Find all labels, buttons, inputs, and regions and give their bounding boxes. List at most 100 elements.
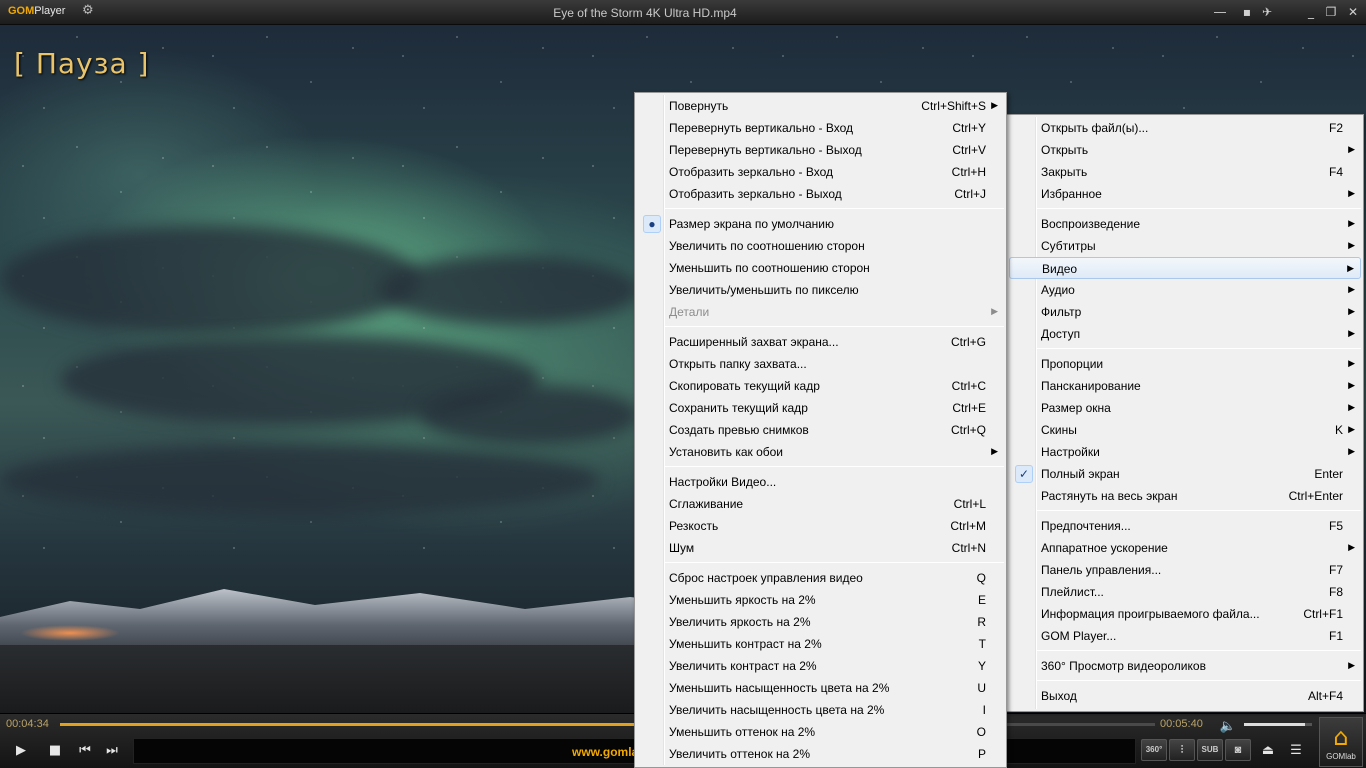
next-icon[interactable]: ⏭	[100, 739, 124, 763]
menu-item-пансканирование[interactable]: Пансканирование ▶	[1009, 375, 1361, 397]
radio-dot-icon: ●	[643, 215, 661, 233]
pin-icon[interactable]: ✈	[1258, 4, 1276, 20]
menu-item-сглаживание[interactable]: Сглаживание Ctrl+L	[637, 493, 1004, 515]
menu-item-shortcut: Ctrl+L	[953, 497, 986, 511]
prev-icon[interactable]: ⏮	[73, 739, 97, 763]
menu-item-открыть-файл-ы[interactable]: Открыть файл(ы)... F2	[1009, 117, 1361, 139]
menu-item-выход[interactable]: Выход Alt+F4	[1009, 685, 1361, 707]
mini-window-icon[interactable]: ▪	[1238, 4, 1256, 20]
menu-item-shortcut: F5	[1328, 519, 1343, 533]
menu-item-доступ[interactable]: Доступ ▶	[1009, 323, 1361, 345]
title-bar: GOMPlayer ⚙ Eye of the Storm 4K Ultra HD…	[0, 0, 1366, 25]
subtitle-button[interactable]: SUB	[1197, 739, 1223, 761]
camera-icon[interactable]: ◙	[1225, 739, 1251, 761]
menu-item-label: Детали	[669, 305, 710, 319]
menu-item-полный-экран[interactable]: ✓ Полный экран Enter	[1009, 463, 1361, 485]
menu-item-панель-управления[interactable]: Панель управления... F7	[1009, 559, 1361, 581]
menu-item-расширенный-захват-экрана[interactable]: Расширенный захват экрана... Ctrl+G	[637, 331, 1004, 353]
menu-item-label: Открыть папку захвата...	[669, 357, 807, 371]
menu-item-увеличить-яркость-на-2[interactable]: Увеличить яркость на 2% R	[637, 611, 1004, 633]
eject-icon[interactable]: ⏏	[1256, 739, 1280, 763]
menu-item-фильтр[interactable]: Фильтр ▶	[1009, 301, 1361, 323]
menu-item-увеличить-оттенок-на-2[interactable]: Увеличить оттенок на 2% P	[637, 743, 1004, 765]
menu-item-label: Информация проигрываемого файла...	[1041, 607, 1260, 621]
menu-item-уменьшить-по-соотношению-сторон[interactable]: Уменьшить по соотношению сторон	[637, 257, 1004, 279]
menu-item-уменьшить-контраст-на-2[interactable]: Уменьшить контраст на 2% T	[637, 633, 1004, 655]
minimize-bar-icon[interactable]: ―	[1204, 4, 1236, 20]
menu-item-видео[interactable]: Видео ▶	[1009, 257, 1361, 279]
menu-item-label: Пансканирование	[1041, 379, 1141, 393]
menu-item-скины[interactable]: Скины K ▶	[1009, 419, 1361, 441]
menu-item-аудио[interactable]: Аудио ▶	[1009, 279, 1361, 301]
menu-item-label: Создать превью снимков	[669, 423, 809, 437]
close-icon[interactable]: ✕	[1344, 4, 1362, 20]
cloud	[0, 445, 600, 515]
menu-item-shortcut: E	[977, 593, 986, 607]
menu-item-увеличить-уменьшить-по-пикселю[interactable]: Увеличить/уменьшить по пикселю	[637, 279, 1004, 301]
menu-item-label: Размер окна	[1041, 401, 1111, 415]
menu-item-shortcut: T	[978, 637, 986, 651]
menu-item-размер-экрана-по-умолчанию[interactable]: ● Размер экрана по умолчанию	[637, 213, 1004, 235]
minimize-icon[interactable]: _	[1302, 4, 1320, 20]
menu-item-избранное[interactable]: Избранное ▶	[1009, 183, 1361, 205]
submenu-arrow-icon: ▶	[1348, 358, 1355, 368]
menu-item-уменьшить-яркость-на-2[interactable]: Уменьшить яркость на 2% E	[637, 589, 1004, 611]
menu-icon[interactable]: ☰	[1284, 739, 1308, 763]
menu-item-label: Шум	[669, 541, 695, 555]
menu-item-настройки-видео[interactable]: Настройки Видео...	[637, 471, 1004, 493]
menu-item-shortcut: K	[1334, 423, 1343, 437]
menu-item-label: Полный экран	[1041, 467, 1120, 481]
menu-separator	[1037, 510, 1361, 511]
equalizer-icon[interactable]: ⫶	[1169, 739, 1195, 761]
menu-item-скопировать-текущий-кадр[interactable]: Скопировать текущий кадр Ctrl+C	[637, 375, 1004, 397]
ticker-text[interactable]: www.gomla	[572, 745, 638, 759]
menu-item-резкость[interactable]: Резкость Ctrl+M	[637, 515, 1004, 537]
menu-item-установить-как-обои[interactable]: Установить как обои ▶	[637, 441, 1004, 463]
menu-item-открыть-папку-захвата[interactable]: Открыть папку захвата...	[637, 353, 1004, 375]
menu-item-уменьшить-насыщенность-цвета-на-2[interactable]: Уменьшить насыщенность цвета на 2% U	[637, 677, 1004, 699]
menu-item-сброс-настроек-управления-видео[interactable]: Сброс настроек управления видео Q	[637, 567, 1004, 589]
stop-icon[interactable]: ■	[43, 739, 67, 763]
menu-item-увеличить-насыщенность-цвета-на-2[interactable]: Увеличить насыщенность цвета на 2% I	[637, 699, 1004, 721]
menu-item-растянуть-на-весь-экран[interactable]: Растянуть на весь экран Ctrl+Enter	[1009, 485, 1361, 507]
menu-item-информация-проигрываемого-файла[interactable]: Информация проигрываемого файла... Ctrl+F…	[1009, 603, 1361, 625]
play-icon[interactable]: ▶	[9, 739, 33, 763]
menu-item-shortcut: R	[977, 615, 986, 629]
menu-item-воспроизведение[interactable]: Воспроизведение ▶	[1009, 213, 1361, 235]
menu-item-плейлист[interactable]: Плейлист... F8	[1009, 581, 1361, 603]
menu-item-shortcut: Ctrl+G	[950, 335, 986, 349]
menu-item-label: Установить как обои	[669, 445, 784, 459]
menu-item-закрыть[interactable]: Закрыть F4	[1009, 161, 1361, 183]
menu-item-shortcut: Alt+F4	[1307, 689, 1343, 703]
volume-slider[interactable]	[1244, 723, 1312, 726]
menu-item-пропорции[interactable]: Пропорции ▶	[1009, 353, 1361, 375]
menu-item-открыть[interactable]: Открыть ▶	[1009, 139, 1361, 161]
menu-item-увеличить-контраст-на-2[interactable]: Увеличить контраст на 2% Y	[637, 655, 1004, 677]
menu-item-шум[interactable]: Шум Ctrl+N	[637, 537, 1004, 559]
menu-item-увеличить-по-соотношению-сторон[interactable]: Увеличить по соотношению сторон	[637, 235, 1004, 257]
menu-item-перевернуть-вертикально-вход[interactable]: Перевернуть вертикально - Вход Ctrl+Y	[637, 117, 1004, 139]
menu-item-отобразить-зеркально-выход[interactable]: Отобразить зеркально - Выход Ctrl+J	[637, 183, 1004, 205]
menu-item-настройки[interactable]: Настройки ▶	[1009, 441, 1361, 463]
menu-item-shortcut: Enter	[1314, 467, 1343, 481]
menu-item-субтитры[interactable]: Субтитры ▶	[1009, 235, 1361, 257]
gomlab-button[interactable]: ⌂ GOMlab	[1319, 717, 1363, 767]
menu-item-создать-превью-снимков[interactable]: Создать превью снимков Ctrl+Q	[637, 419, 1004, 441]
menu-item-отобразить-зеркально-вход[interactable]: Отобразить зеркально - Вход Ctrl+H	[637, 161, 1004, 183]
submenu-arrow-icon: ▶	[1348, 542, 1355, 552]
restore-icon[interactable]: ❐	[1322, 4, 1340, 20]
360-button[interactable]: 360°	[1141, 739, 1167, 761]
submenu-arrow-icon: ▶	[991, 306, 998, 316]
menu-item-предпочтения[interactable]: Предпочтения... F5	[1009, 515, 1361, 537]
menu-item-повернуть[interactable]: Повернуть Ctrl+Shift+S ▶	[637, 95, 1004, 117]
menu-item-уменьшить-оттенок-на-2[interactable]: Уменьшить оттенок на 2% O	[637, 721, 1004, 743]
menu-item-размер-окна[interactable]: Размер окна ▶	[1009, 397, 1361, 419]
speaker-icon[interactable]: 🔈	[1216, 715, 1240, 739]
menu-item-перевернуть-вертикально-выход[interactable]: Перевернуть вертикально - Выход Ctrl+V	[637, 139, 1004, 161]
menu-item-аппаратное-ускорение[interactable]: Аппаратное ускорение ▶	[1009, 537, 1361, 559]
menu-item-shortcut: Ctrl+Q	[950, 423, 986, 437]
menu-item-gom-player[interactable]: GOM Player... F1	[1009, 625, 1361, 647]
menu-item-сохранить-текущий-кадр[interactable]: Сохранить текущий кадр Ctrl+E	[637, 397, 1004, 419]
submenu-arrow-icon: ▶	[1348, 188, 1355, 198]
menu-item-360-просмотр-видеороликов[interactable]: 360° Просмотр видеороликов ▶	[1009, 655, 1361, 677]
